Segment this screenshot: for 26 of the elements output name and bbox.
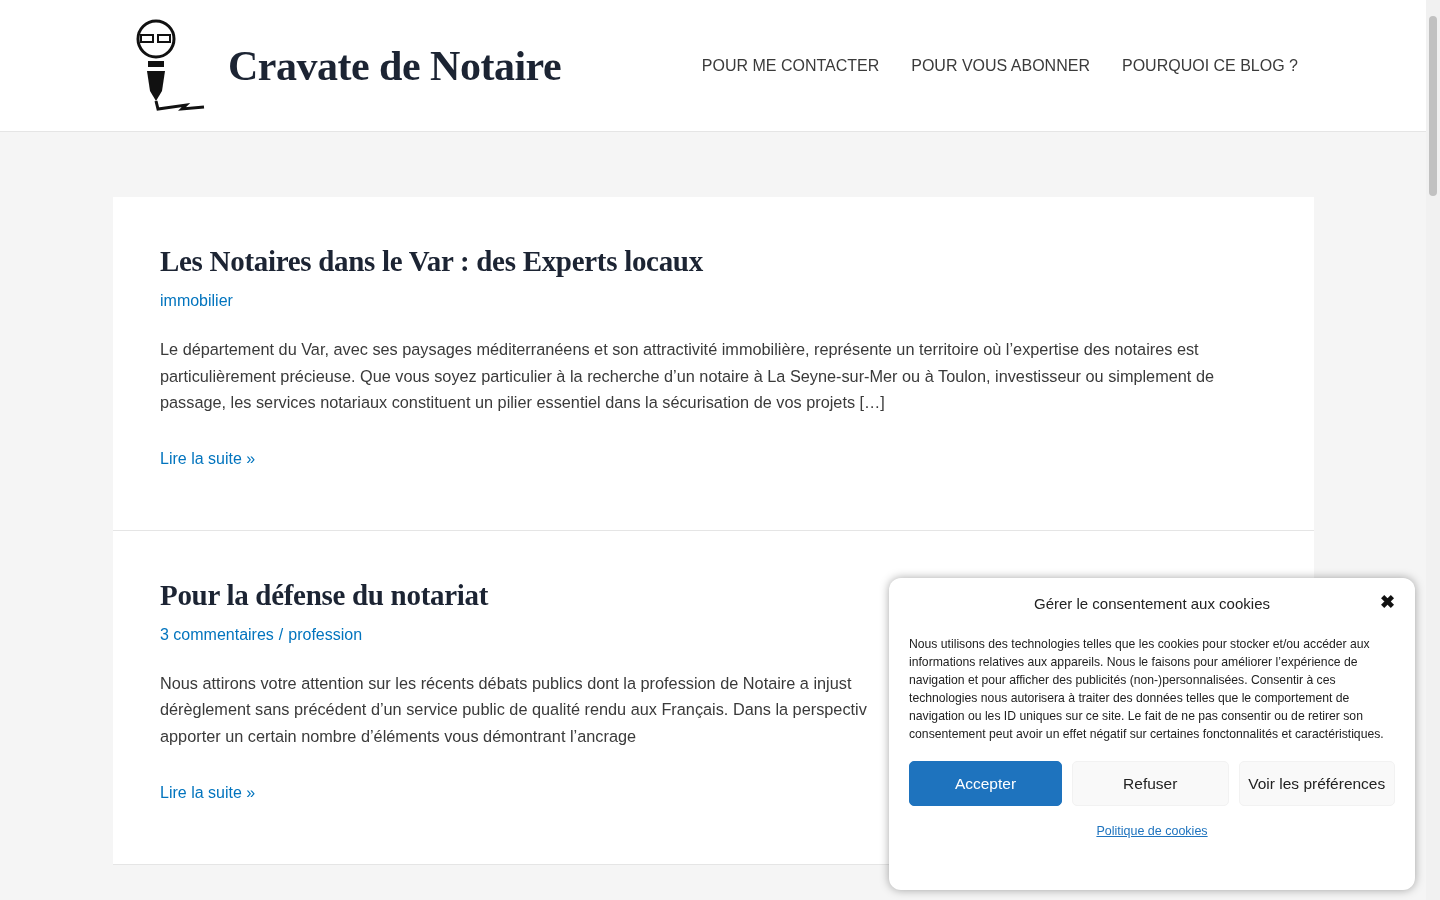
dialog-button[interactable]: Voir les préférences: [1238, 761, 1395, 806]
dialog-button[interactable]: Refuser: [1072, 761, 1229, 806]
excerpt-line: Le département du Var, avec ses paysages méditerranéens et son attractivité immobilière, représente un territoire où l’expertise des notaires est: [160, 339, 1199, 360]
read-more-link[interactable]: Lire la suite »: [160, 449, 256, 467]
nav-link[interactable]: POURQUOI CE BLOG ?: [1121, 56, 1298, 75]
close-button[interactable]: ✖: [1380, 591, 1395, 613]
nav-link[interactable]: POUR VOUS ABONNER: [911, 56, 1090, 75]
scrollbar[interactable]: [1426, 0, 1440, 900]
read-more-link[interactable]: Lire la suite »: [160, 783, 256, 801]
policy-link[interactable]: Politique de cookies: [1096, 824, 1208, 838]
notary-pen-logo-icon[interactable]: [134, 18, 206, 113]
dialog-title: Gérer le consentement aux cookies: [1034, 595, 1270, 612]
excerpt-line: Nous attirons votre attention sur les récents débats publics dont la profession de Notaire a injust: [160, 672, 852, 694]
excerpt-line: passage, les services notariaux constituent un pilier essentiel dans la sécurisation de vos projets […]: [160, 392, 885, 414]
post-title[interactable]: Les Notaires dans le Var : des Experts locaux: [160, 245, 1267, 278]
site-title[interactable]: Cravate de Notaire: [228, 41, 562, 90]
accept-button[interactable]: Accepter: [909, 761, 1062, 806]
excerpt-line: apporter un certain nombre d’éléments vous démontrant l’ancrage: [160, 725, 637, 747]
excerpt-line: particulièrement précieuse. Que vous soyez particulier à la recherche d’un notaire à La Seyne-sur-Mer ou à Toulon, investisseur ou simplement de: [160, 365, 1214, 387]
nav-link[interactable]: POUR ME CONTACTER: [701, 56, 880, 75]
meta-separator: /: [278, 625, 284, 644]
dialog-message: Nous utilisons des technologies telles que les cookies pour stocker et/ou accéder aux informations relatives aux appareils. Nous le faisons pour améliorer l’expérience de navigation et pour afficher des publicités (non-)personnalisées. Consentir à ces technologies nous autorisera à traiter des données telles que le comportement de navigation ou les ID uniques sur ce site. Le fait de ne pas consentir ou de retirer son consentement peut avoir un effet négatif sur certaines fonctonnalités et caractéristiques.: [909, 636, 1385, 743]
meta-link[interactable]: 3 commentaires: [160, 625, 274, 644]
meta-link[interactable]: immobilier: [160, 292, 233, 310]
excerpt-line: dérèglement sans précédent d’un service public de qualité rendu aux Français. Dans la perspectiv: [160, 699, 867, 721]
meta-link[interactable]: profession: [288, 625, 363, 644]
